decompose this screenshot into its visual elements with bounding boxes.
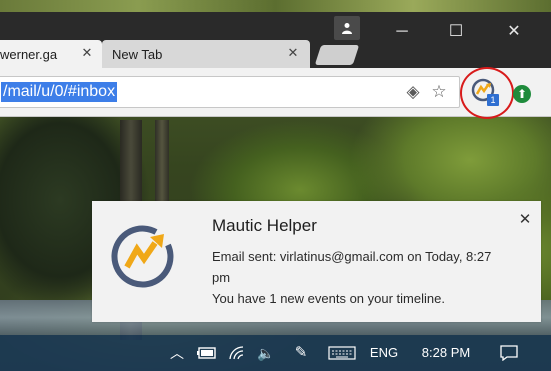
action-center-icon[interactable] bbox=[498, 344, 520, 362]
browser-toolbar: /mail/u/0/#inbox ◈ ☆ 1 ⬆ bbox=[0, 67, 551, 119]
star-icon[interactable]: ☆ bbox=[429, 82, 449, 102]
tab-close-icon[interactable]: ✕ bbox=[80, 46, 94, 60]
page-action-icon[interactable]: ◈ bbox=[403, 82, 423, 102]
show-hidden-icons-chevron-icon[interactable]: ︿ bbox=[168, 344, 186, 362]
volume-icon[interactable]: 🔈 bbox=[256, 344, 276, 362]
new-tab-button[interactable] bbox=[314, 45, 360, 65]
upload-extension-icon[interactable]: ⬆ bbox=[513, 85, 531, 103]
maximize-button[interactable]: ☐ bbox=[446, 22, 466, 42]
notification-line: Email sent: virlatinus@gmail.com on Toda… bbox=[212, 249, 492, 285]
address-bar[interactable]: /mail/u/0/#inbox ◈ ☆ bbox=[0, 76, 460, 108]
browser-window: ─ ☐ ✕ werner.ga ✕ New Tab ✕ /mail/u/0/#i… bbox=[0, 12, 551, 119]
minimize-button[interactable]: ─ bbox=[392, 22, 412, 42]
person-icon bbox=[342, 23, 352, 34]
mautic-logo-icon bbox=[111, 225, 174, 288]
tab-close-icon[interactable]: ✕ bbox=[286, 46, 300, 60]
desktop-wallpaper-top bbox=[0, 0, 551, 12]
taskbar: ︿ 🔈 ✎ ENG 8:28 PM bbox=[0, 335, 551, 371]
battery-icon[interactable] bbox=[196, 344, 218, 362]
tab-label: New Tab bbox=[112, 47, 163, 62]
annotation-highlight-ring bbox=[460, 67, 514, 119]
tab-gmail[interactable]: werner.ga ✕ bbox=[0, 40, 102, 68]
notification-close-button[interactable]: ✕ bbox=[517, 212, 533, 228]
notification-body: Email sent: virlatinus@gmail.com on Toda… bbox=[212, 246, 512, 309]
pen-workspace-icon[interactable]: ✎ bbox=[290, 344, 312, 362]
touch-keyboard-icon[interactable] bbox=[326, 344, 358, 362]
input-language[interactable]: ENG bbox=[366, 344, 402, 362]
tab-label: werner.ga bbox=[0, 47, 58, 62]
address-bar-url[interactable]: /mail/u/0/#inbox bbox=[1, 82, 118, 102]
notification-line: You have 1 new events on your timeline. bbox=[212, 291, 445, 306]
notification-title: Mautic Helper bbox=[212, 216, 317, 235]
tab-new-tab[interactable]: New Tab ✕ bbox=[102, 40, 310, 68]
close-window-button[interactable]: ✕ bbox=[504, 22, 524, 42]
toast-notification[interactable]: Mautic Helper Email sent: virlatinus@gma… bbox=[92, 201, 541, 322]
clock[interactable]: 8:28 PM bbox=[414, 344, 478, 362]
browser-titlebar: ─ ☐ ✕ werner.ga ✕ New Tab ✕ bbox=[0, 12, 551, 68]
profile-button[interactable] bbox=[334, 16, 360, 40]
wifi-icon[interactable] bbox=[228, 344, 248, 362]
